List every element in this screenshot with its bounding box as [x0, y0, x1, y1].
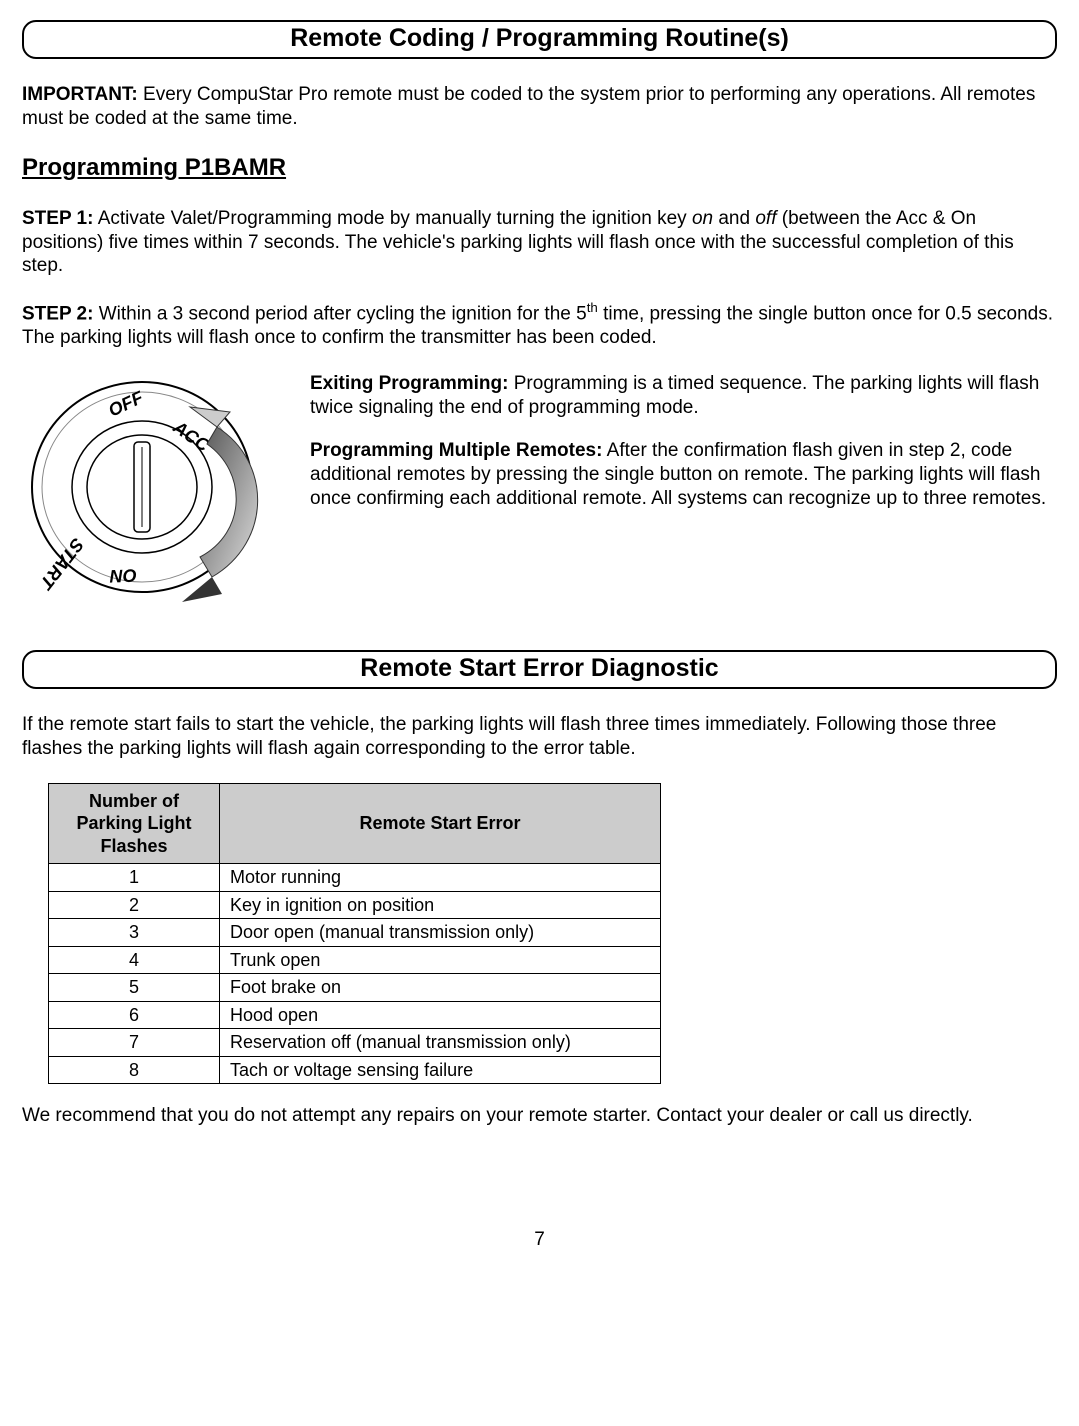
step1-paragraph: STEP 1: Activate Valet/Programming mode … [22, 207, 1057, 278]
exiting-programming-paragraph: Exiting Programming: Programming is a ti… [310, 372, 1057, 420]
step1-off: off [755, 208, 776, 229]
cell-error: Door open (manual transmission only) [220, 919, 661, 947]
step1-text-a: Activate Valet/Programming mode by manua… [93, 208, 691, 229]
table-row: 8Tach or voltage sensing failure [49, 1056, 661, 1084]
cell-error: Hood open [220, 1001, 661, 1029]
cell-error: Motor running [220, 864, 661, 892]
multi-label: Programming Multiple Remotes: [310, 440, 602, 461]
programming-subtitle: Programming P1BAMR [22, 153, 1057, 183]
cell-flashes: 8 [49, 1056, 220, 1084]
step2-paragraph: STEP 2: Within a 3 second period after c… [22, 300, 1057, 350]
table-row: 2Key in ignition on position [49, 891, 661, 919]
cell-flashes: 5 [49, 974, 220, 1002]
cell-error: Trunk open [220, 946, 661, 974]
table-header-flashes: Number of Parking Light Flashes [49, 783, 220, 864]
step1-label: STEP 1: [22, 208, 93, 229]
step2-th: th [587, 300, 598, 315]
step1-on: on [692, 208, 713, 229]
cell-flashes: 4 [49, 946, 220, 974]
multiple-remotes-paragraph: Programming Multiple Remotes: After the … [310, 439, 1057, 510]
cell-flashes: 1 [49, 864, 220, 892]
exit-label: Exiting Programming: [310, 373, 508, 394]
table-row: 4Trunk open [49, 946, 661, 974]
cell-error: Key in ignition on position [220, 891, 661, 919]
important-label: IMPORTANT: [22, 84, 138, 105]
cell-flashes: 3 [49, 919, 220, 947]
diagnostic-outro: We recommend that you do not attempt any… [22, 1104, 1057, 1128]
step2-label: STEP 2: [22, 303, 93, 324]
error-table: Number of Parking Light Flashes Remote S… [48, 783, 661, 1085]
step1-text-b: and [713, 208, 755, 229]
cell-flashes: 7 [49, 1029, 220, 1057]
cell-error: Reservation off (manual transmission onl… [220, 1029, 661, 1057]
page-number: 7 [22, 1228, 1057, 1252]
table-row: 5Foot brake on [49, 974, 661, 1002]
important-text: Every CompuStar Pro remote must be coded… [22, 84, 1035, 129]
cell-flashes: 2 [49, 891, 220, 919]
table-row: 7Reservation off (manual transmission on… [49, 1029, 661, 1057]
step2-text-a: Within a 3 second period after cycling t… [93, 303, 586, 324]
ignition-image-block: OFF ACC ON START Exiting Programming: Pr… [22, 372, 1057, 622]
section-title-diagnostic: Remote Start Error Diagnostic [22, 650, 1057, 689]
table-row: 1Motor running [49, 864, 661, 892]
cell-error: Foot brake on [220, 974, 661, 1002]
cell-error: Tach or voltage sensing failure [220, 1056, 661, 1084]
diagnostic-intro: If the remote start fails to start the v… [22, 713, 1057, 761]
table-header-error: Remote Start Error [220, 783, 661, 864]
section-title-coding: Remote Coding / Programming Routine(s) [22, 20, 1057, 59]
table-row: 6Hood open [49, 1001, 661, 1029]
table-row: 3Door open (manual transmission only) [49, 919, 661, 947]
ignition-label-on: ON [109, 565, 138, 586]
important-paragraph: IMPORTANT: Every CompuStar Pro remote mu… [22, 83, 1057, 131]
ignition-key-icon: OFF ACC ON START [22, 372, 292, 622]
cell-flashes: 6 [49, 1001, 220, 1029]
